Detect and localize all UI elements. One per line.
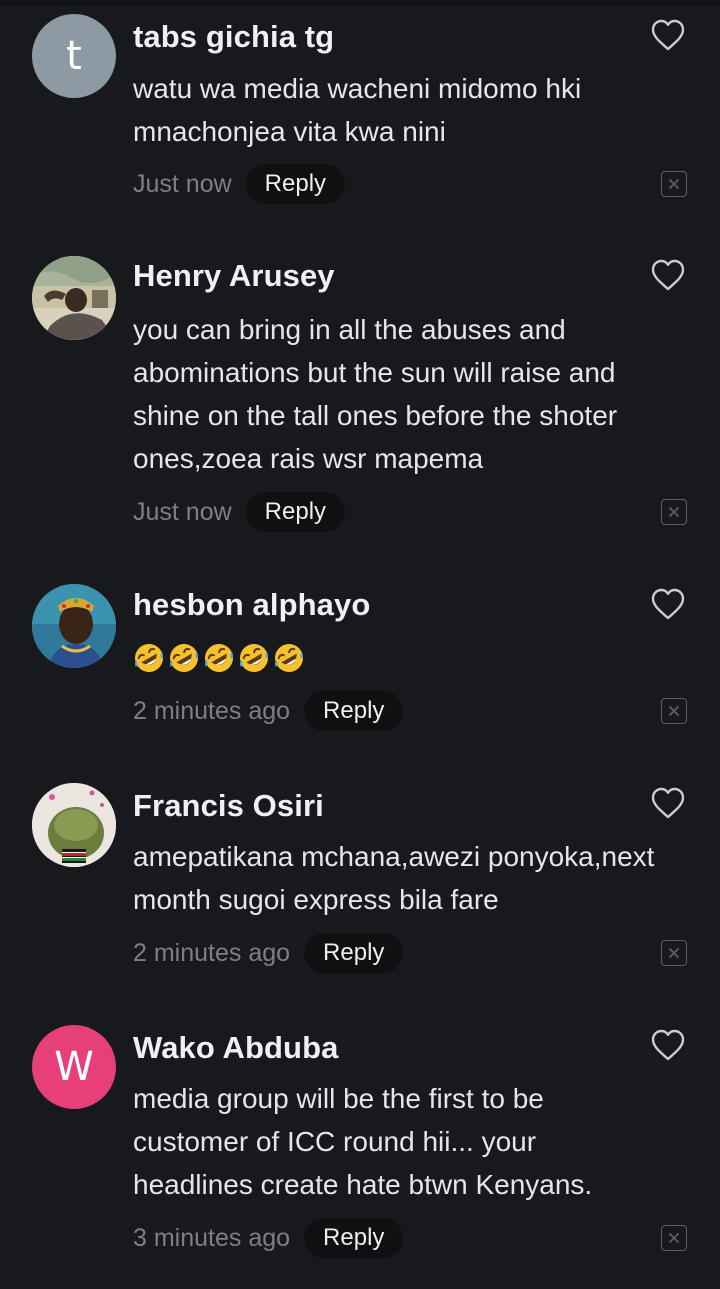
- comment-author[interactable]: Henry Arusey: [133, 258, 335, 294]
- rolling-laughing-emoji-icon: [240, 644, 268, 672]
- close-icon[interactable]: [661, 1225, 687, 1251]
- close-icon[interactable]: [661, 171, 687, 197]
- comment-author[interactable]: Francis Osiri: [133, 788, 324, 824]
- rolling-laughing-emoji-icon: [275, 644, 303, 672]
- rolling-laughing-emoji-icon: [135, 644, 163, 672]
- close-icon[interactable]: [661, 499, 687, 525]
- heart-outline-icon[interactable]: [650, 786, 686, 820]
- comment-author[interactable]: tabs gichia tg: [133, 19, 334, 55]
- emoji-row: [133, 642, 305, 674]
- comment-author[interactable]: Wako Abduba: [133, 1030, 338, 1066]
- reply-button[interactable]: Reply: [304, 933, 404, 973]
- heart-outline-icon[interactable]: [650, 18, 686, 52]
- avatar[interactable]: [32, 584, 116, 668]
- close-icon[interactable]: [661, 940, 687, 966]
- reply-button[interactable]: Reply: [245, 164, 346, 204]
- comment-text: watu wa media wacheni midomo hki mnachon…: [133, 73, 582, 147]
- comment-timestamp: 3 minutes ago: [133, 1223, 291, 1252]
- avatar[interactable]: t: [32, 14, 116, 98]
- avatar[interactable]: W: [32, 1025, 116, 1109]
- comment-timestamp: 2 minutes ago: [133, 938, 291, 967]
- reply-button[interactable]: Reply: [304, 691, 404, 731]
- comment-author[interactable]: hesbon alphayo: [133, 587, 370, 623]
- comment-timestamp: Just now: [133, 169, 232, 198]
- avatar-photo: [32, 256, 116, 340]
- top-divider: [0, 0, 720, 6]
- comment-text: amepatikana mchana,awezi ponyoka,next mo…: [133, 841, 655, 915]
- comment-timestamp: Just now: [133, 497, 232, 526]
- comment-text: media group will be the first to be cust…: [133, 1083, 593, 1200]
- avatar-photo: [32, 783, 116, 867]
- avatar[interactable]: [32, 256, 116, 340]
- comment-meta: 2 minutes ago Reply: [133, 933, 404, 973]
- comment-timestamp: 2 minutes ago: [133, 696, 291, 725]
- rolling-laughing-emoji-icon: [205, 644, 233, 672]
- heart-outline-icon[interactable]: [650, 587, 686, 621]
- reply-button[interactable]: Reply: [245, 492, 346, 532]
- reply-button[interactable]: Reply: [304, 1218, 404, 1258]
- comment-text: you can bring in all the abuses and abom…: [133, 314, 618, 474]
- comment-meta: Just now Reply: [133, 492, 346, 532]
- avatar-initial: W: [54, 1044, 94, 1090]
- rolling-laughing-emoji-icon: [170, 644, 198, 672]
- comment-meta: Just now Reply: [133, 164, 346, 204]
- heart-outline-icon[interactable]: [650, 258, 686, 292]
- avatar-initial: t: [66, 33, 82, 79]
- comment-meta: 3 minutes ago Reply: [133, 1218, 404, 1258]
- close-icon[interactable]: [661, 698, 687, 724]
- heart-outline-icon[interactable]: [650, 1028, 686, 1062]
- avatar[interactable]: [32, 783, 116, 867]
- avatar-photo: [32, 584, 116, 668]
- comment-meta: 2 minutes ago Reply: [133, 691, 404, 731]
